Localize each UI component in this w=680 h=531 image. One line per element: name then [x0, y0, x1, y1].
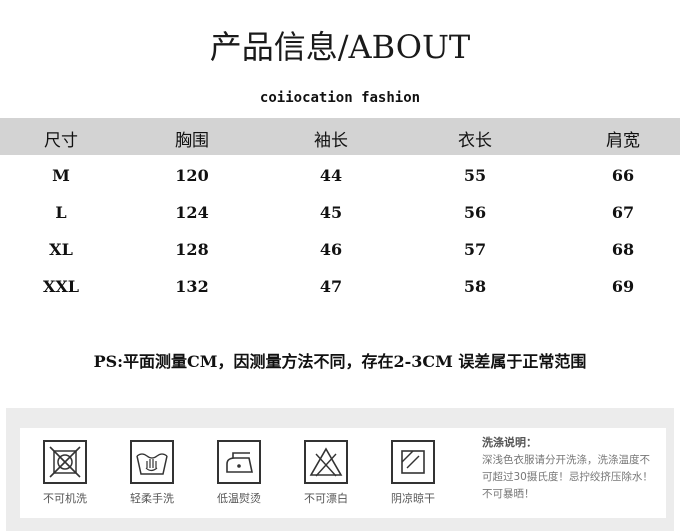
care-item-no-bleach: 不可漂白 [291, 440, 361, 506]
header-chest: 胸围 [175, 131, 209, 151]
care-item-no-machine-wash: 不可机洗 [30, 440, 100, 506]
table-cell: 56 [463, 203, 487, 222]
care-label: 不可机洗 [43, 492, 87, 505]
gentle-hand-wash-icon [130, 440, 174, 484]
low-temp-iron-icon [217, 440, 261, 484]
header-size: 尺寸 [44, 131, 78, 151]
wash-instructions: 洗涤说明： 深浅色衣服请分开洗涤，洗涤温度不可超过30摄氏度！忌拧绞挤压除水！不… [472, 430, 664, 516]
table-cell: 67 [611, 203, 635, 222]
table-cell: 45 [319, 203, 343, 222]
wash-text: 深浅色衣服请分开洗涤，洗涤温度不可超过30摄氏度！忌拧绞挤压除水！不可暴晒！ [482, 454, 653, 500]
measurement-note: PS:平面测量CM，因测量方法不同，存在2-3CM 误差属于正常范围 [93, 352, 587, 371]
table-cell: 68 [611, 240, 635, 259]
header-sleeve: 袖长 [314, 131, 348, 151]
page-title: 产品信息/ABOUT [209, 28, 471, 66]
header-shoulder: 肩宽 [606, 131, 640, 151]
care-item-shade-dry: 阴凉晾干 [378, 440, 448, 506]
care-label: 不可漂白 [304, 492, 348, 505]
brand-subtitle: coiiocation fashion [259, 90, 421, 106]
table-cell: 44 [319, 166, 343, 185]
header-length: 衣长 [458, 131, 492, 151]
table-cell: 66 [611, 166, 635, 185]
care-item-low-temp-iron: 低温熨烫 [204, 440, 274, 506]
size-table-header: 尺寸 胸围 袖长 衣长 肩宽 [0, 118, 680, 155]
table-cell: 120 [175, 166, 209, 185]
table-row: L 124 45 56 67 [0, 203, 680, 233]
table-cell: 132 [175, 277, 209, 296]
care-item-gentle-hand-wash: 轻柔手洗 [117, 440, 187, 506]
table-row: XXL 132 47 58 69 [0, 277, 680, 307]
wash-title: 洗涤说明： [482, 436, 537, 449]
care-label: 阴凉晾干 [391, 492, 435, 505]
care-label: 轻柔手洗 [130, 492, 174, 505]
table-cell: 57 [463, 240, 487, 259]
table-cell: 124 [175, 203, 209, 222]
shade-dry-icon [391, 440, 435, 484]
table-cell: XXL [42, 277, 80, 296]
no-machine-wash-icon [43, 440, 87, 484]
table-cell: 128 [175, 240, 209, 259]
table-cell: 55 [463, 166, 487, 185]
table-cell: L [55, 203, 67, 222]
table-cell: 58 [463, 277, 487, 296]
table-cell: XL [49, 240, 73, 259]
care-label: 低温熨烫 [217, 492, 261, 505]
table-row: XL 128 46 57 68 [0, 240, 680, 270]
table-cell: M [52, 166, 70, 185]
no-bleach-icon [304, 440, 348, 484]
table-cell: 46 [319, 240, 343, 259]
table-cell: 69 [611, 277, 635, 296]
table-cell: 47 [319, 277, 343, 296]
table-row: M 120 44 55 66 [0, 166, 680, 196]
